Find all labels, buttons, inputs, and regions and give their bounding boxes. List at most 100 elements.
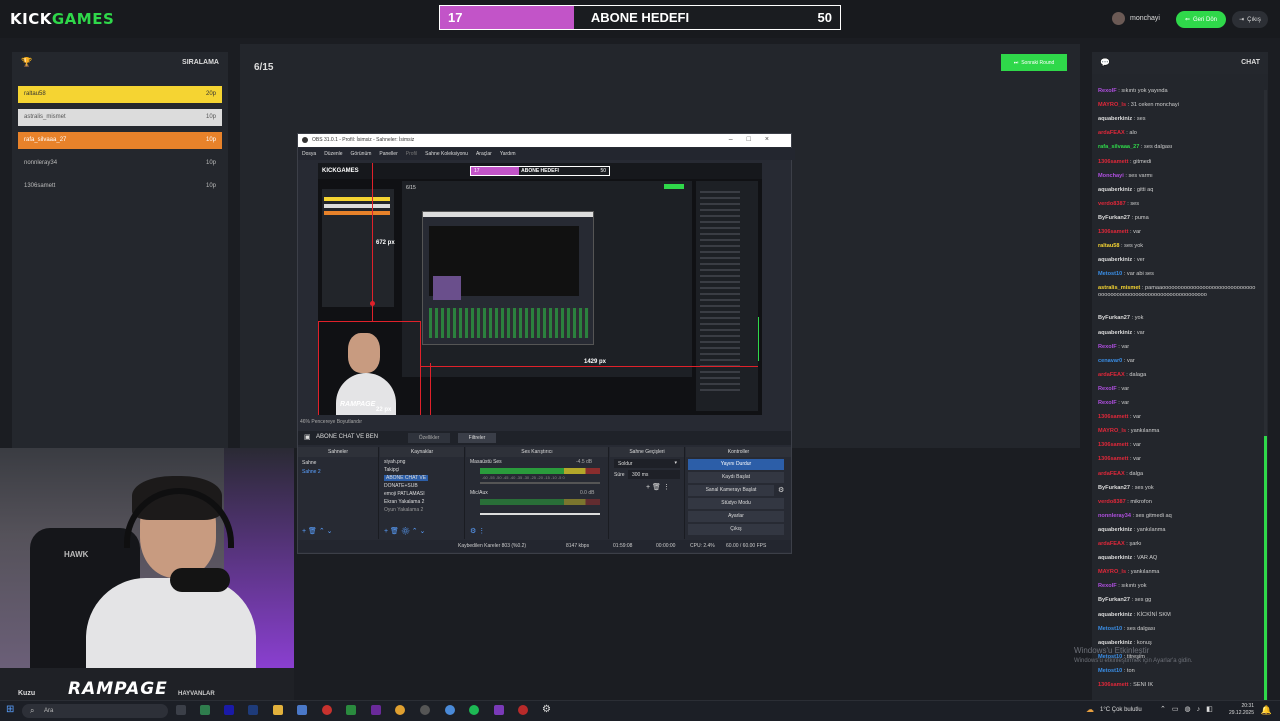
- start-recording-button[interactable]: Kaydı Başlat: [688, 472, 784, 483]
- chat-username[interactable]: aquaberkiniz: [1098, 612, 1132, 618]
- filters-button[interactable]: Filtreler: [458, 433, 496, 443]
- scene-item[interactable]: Sahne 2: [302, 469, 321, 475]
- scrollbar-thumb[interactable]: [1264, 436, 1267, 700]
- source-item[interactable]: siyah.png: [384, 459, 405, 465]
- app-icon[interactable]: [518, 705, 528, 715]
- scene-toolbar[interactable]: + 🗑 ⌃ ⌄: [302, 527, 333, 535]
- chat-username[interactable]: RexolF: [1098, 344, 1117, 350]
- photoshop-icon[interactable]: [248, 705, 258, 715]
- notification-icon[interactable]: 🔔: [1261, 705, 1272, 716]
- chat-username[interactable]: astralis_mismet: [1098, 285, 1140, 291]
- chat-username[interactable]: ardaFEAX: [1098, 130, 1125, 136]
- properties-button[interactable]: Özellikler: [408, 433, 450, 443]
- chat-username[interactable]: MAYRO_ls: [1098, 428, 1126, 434]
- opera-icon[interactable]: [322, 705, 332, 715]
- chat-username[interactable]: aquaberkiniz: [1098, 555, 1132, 561]
- chat-username[interactable]: verdo8387: [1098, 201, 1126, 207]
- chat-username[interactable]: aquaberkiniz: [1098, 527, 1132, 533]
- chat-username[interactable]: 1306samett: [1098, 442, 1128, 448]
- chat-username[interactable]: RexolF: [1098, 583, 1117, 589]
- chat-username[interactable]: nonnleray34: [1098, 513, 1131, 519]
- chat-username[interactable]: MAYRO_ls: [1098, 102, 1126, 108]
- menu-item[interactable]: Araçlar: [476, 151, 492, 157]
- app-icon[interactable]: [200, 705, 210, 715]
- obs-titlebar[interactable]: OBS 31.0.1 - Profil: İsimsiz - Sahneler:…: [298, 134, 791, 147]
- chat-username[interactable]: ardaFEAX: [1098, 541, 1125, 547]
- taskbar-search[interactable]: ⌕ Ara: [22, 704, 168, 718]
- transition-toolbar[interactable]: + 🗑 ⋮: [646, 483, 670, 491]
- chat-username[interactable]: aquaberkiniz: [1098, 640, 1132, 646]
- chat-username[interactable]: cenavar0: [1098, 358, 1122, 364]
- menu-item[interactable]: Görünüm: [351, 151, 372, 157]
- user-menu[interactable]: monchayi: [1112, 12, 1160, 25]
- folder-icon[interactable]: [273, 705, 283, 715]
- premiere-icon[interactable]: [224, 705, 234, 715]
- transition-select[interactable]: Soldur ▾: [614, 459, 680, 468]
- volume-slider[interactable]: [480, 513, 600, 515]
- chat-username[interactable]: 1306samett: [1098, 229, 1128, 235]
- chat-username[interactable]: RexolF: [1098, 88, 1117, 94]
- source-item[interactable]: Ekran Yakalama 2: [384, 499, 424, 505]
- guide-handle[interactable]: [370, 301, 375, 306]
- chat-username[interactable]: rafa_silvaaa_27: [1098, 144, 1139, 150]
- stop-stream-button[interactable]: Yayını Durdur: [688, 459, 784, 470]
- chat-username[interactable]: Metost10: [1098, 668, 1122, 674]
- chat-username[interactable]: Monchayi: [1098, 173, 1124, 179]
- menu-item[interactable]: Dosya: [302, 151, 316, 157]
- chat-username[interactable]: Metost10: [1098, 271, 1122, 277]
- source-item[interactable]: DONATE+SUB: [384, 483, 418, 489]
- obs-window[interactable]: OBS 31.0.1 - Profil: İsimsiz - Sahneler:…: [297, 133, 795, 554]
- chat-username[interactable]: Metost10: [1098, 626, 1122, 632]
- menu-item[interactable]: Profil: [406, 151, 417, 157]
- menu-item[interactable]: Paneller: [379, 151, 397, 157]
- window-controls[interactable]: –□×: [729, 136, 783, 143]
- chat-username[interactable]: 1306samett: [1098, 414, 1128, 420]
- chat-username[interactable]: 1306samett: [1098, 159, 1128, 165]
- chat-username[interactable]: aquaberkiniz: [1098, 187, 1132, 193]
- next-round-button[interactable]: ⏭ Sonraki Round: [1001, 54, 1067, 71]
- task-view-icon[interactable]: [176, 705, 186, 715]
- chat-username[interactable]: RexolF: [1098, 400, 1117, 406]
- obs-preview-canvas[interactable]: KICKGAMES 17 ABONE HEDEFI 50 6/15 RAMPAG…: [318, 163, 762, 415]
- scene-item[interactable]: Sahne: [302, 460, 316, 466]
- exit-obs-button[interactable]: Çıkış: [688, 524, 784, 535]
- chat-scrollbar[interactable]: [1264, 90, 1267, 700]
- exit-button[interactable]: ⇥ Çıkış: [1232, 11, 1268, 28]
- gear-icon[interactable]: ⚙: [778, 486, 784, 494]
- volume-slider[interactable]: [480, 482, 600, 484]
- preview-zoom-label[interactable]: 46% Pencereye Boyutlandır: [300, 419, 362, 425]
- chat-username[interactable]: 1306samett: [1098, 682, 1128, 688]
- windows-start-icon[interactable]: ⊞: [6, 704, 14, 715]
- menu-item[interactable]: Yardım: [500, 151, 516, 157]
- settings-gear-icon[interactable]: ⚙: [542, 704, 551, 715]
- source-item[interactable]: Takipçi: [384, 467, 399, 473]
- back-button[interactable]: ⇐ Geri Dön: [1176, 11, 1226, 28]
- kickgames-logo[interactable]: KICKGAMES: [10, 10, 114, 28]
- source-item[interactable]: ABONE CHAT VE: [384, 475, 429, 481]
- chat-username[interactable]: ByFurkan27: [1098, 597, 1130, 603]
- tray-icons[interactable]: ⌃▭◍♪◧: [1160, 705, 1219, 713]
- excel-icon[interactable]: [346, 705, 356, 715]
- duration-input[interactable]: 300 ms: [628, 470, 680, 479]
- chrome-icon[interactable]: [395, 705, 405, 715]
- spotify-icon[interactable]: [469, 705, 479, 715]
- menu-item[interactable]: Düzenle: [324, 151, 342, 157]
- obs-taskbar-icon[interactable]: [420, 705, 430, 715]
- chat-username[interactable]: ByFurkan27: [1098, 315, 1130, 321]
- chat-username[interactable]: ByFurkan27: [1098, 485, 1130, 491]
- notepad-icon[interactable]: [297, 705, 307, 715]
- app-icon[interactable]: [371, 705, 381, 715]
- browser-icon[interactable]: [445, 705, 455, 715]
- chat-username[interactable]: aquaberkiniz: [1098, 116, 1132, 122]
- chat-username[interactable]: 1306samett: [1098, 456, 1128, 462]
- chat-username[interactable]: aquaberkiniz: [1098, 330, 1132, 336]
- settings-button[interactable]: Ayarlar: [688, 511, 784, 522]
- chat-username[interactable]: verdo8387: [1098, 499, 1126, 505]
- source-item[interactable]: emoji PATLAMASI: [384, 491, 425, 497]
- taskbar-clock[interactable]: 20:31 29.12.2025: [1229, 703, 1254, 717]
- chat-username[interactable]: MAYRO_ls: [1098, 569, 1126, 575]
- mixer-settings-icon[interactable]: ⚙ ⋮: [470, 527, 485, 535]
- chat-username[interactable]: ardaFEAX: [1098, 471, 1125, 477]
- app-icon[interactable]: [494, 705, 504, 715]
- virtual-camera-button[interactable]: Sanal Kamerayı Başlat: [688, 485, 774, 496]
